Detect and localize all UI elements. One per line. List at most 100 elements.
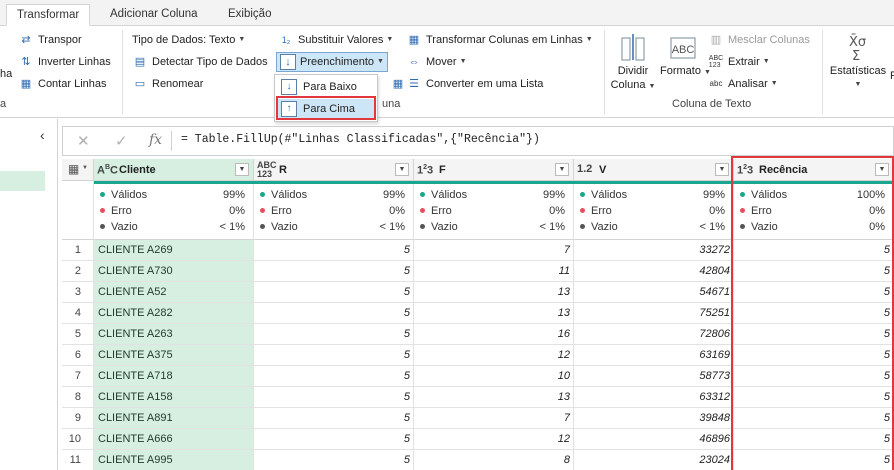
table-cell[interactable]: 7 (414, 240, 574, 261)
formula-input[interactable]: = Table.FillUp(#"Linhas Classificadas",{… (181, 133, 540, 146)
table-cell[interactable]: 72806 (574, 324, 734, 345)
table-cell[interactable]: 5 (254, 366, 414, 387)
extrair-dropdown[interactable]: ABC 123 Extrair ▼ (708, 52, 770, 72)
column-header-3[interactable]: 1.2 V ▼ (574, 159, 734, 181)
selected-query[interactable] (0, 171, 45, 191)
tipo-dados-dropdown[interactable]: Tipo de Dados: Texto ▼ (132, 30, 245, 50)
table-cell[interactable]: 11 (414, 261, 574, 282)
table-cell[interactable]: 5 (254, 345, 414, 366)
row-index[interactable]: 11 (62, 450, 94, 470)
column-header-2[interactable]: 123 F ▼ (414, 159, 574, 181)
dividir-coluna-button[interactable]: Dividir Coluna ▼ (610, 32, 656, 94)
row-index[interactable]: 5 (62, 324, 94, 345)
function-icon[interactable]: fx (149, 132, 162, 148)
table-cell[interactable]: CLIENTE A263 (94, 324, 254, 345)
table-cell[interactable]: CLIENTE A730 (94, 261, 254, 282)
table-cell[interactable]: 5 (254, 261, 414, 282)
table-cell[interactable]: 5 (254, 303, 414, 324)
table-cell[interactable]: 10 (414, 366, 574, 387)
tab-transformar[interactable]: Transformar (6, 4, 91, 26)
row-index[interactable]: 10 (62, 429, 94, 450)
table-cell[interactable]: 63312 (574, 387, 734, 408)
row-index[interactable]: 3 (62, 282, 94, 303)
table-cell[interactable]: CLIENTE A375 (94, 345, 254, 366)
row-index[interactable]: 9 (62, 408, 94, 429)
mover-dropdown[interactable]: ⇔ Mover ▼ (406, 52, 467, 72)
row-index[interactable]: 6 (62, 345, 94, 366)
table-cell[interactable]: 7 (414, 408, 574, 429)
table-cell[interactable]: 5 (254, 429, 414, 450)
mesclar-colunas-button[interactable]: ▥ Mesclar Colunas (708, 30, 810, 50)
analisar-dropdown[interactable]: abc Analisar ▼ (708, 74, 778, 94)
table-cell[interactable]: 58773 (574, 366, 734, 387)
format-icon: ABC (670, 37, 696, 59)
table-cell[interactable]: 5 (254, 450, 414, 470)
column-type-icon[interactable]: 123 (417, 163, 437, 176)
caret-down-icon: ▼ (648, 83, 656, 90)
table-cell[interactable]: 42804 (574, 261, 734, 282)
table-cell[interactable]: 8 (414, 450, 574, 470)
table-cell[interactable]: 12 (414, 345, 574, 366)
converter-lista-button[interactable]: ☰ Converter em uma Lista (406, 74, 543, 94)
table-cell[interactable]: 5 (254, 282, 414, 303)
column-type-icon[interactable]: ABC (97, 163, 118, 176)
table-cell[interactable]: CLIENTE A718 (94, 366, 254, 387)
table-cell[interactable]: 13 (414, 303, 574, 324)
contar-linhas-button[interactable]: ▦ Contar Linhas (18, 74, 107, 94)
table-cell[interactable]: 13 (414, 282, 574, 303)
table-cell[interactable]: CLIENTE A158 (94, 387, 254, 408)
column-filter-dropdown-icon[interactable]: ▼ (555, 163, 569, 176)
tab-adicionar-coluna[interactable]: Adicionar Coluna (100, 4, 208, 26)
caret-down-icon: ▼ (238, 36, 246, 43)
table-cell[interactable]: 54671 (574, 282, 734, 303)
confirm-icon[interactable]: ✓ (115, 132, 128, 150)
quality-value-valid: 99% (222, 189, 245, 201)
table-cell[interactable]: 5 (254, 240, 414, 261)
table-cell[interactable]: 12 (414, 429, 574, 450)
transpor-button[interactable]: ⇄ Transpor (18, 30, 81, 50)
row-index[interactable]: 7 (62, 366, 94, 387)
para-baixo-item[interactable]: ↓ Para Baixo (277, 77, 375, 97)
column-header-1[interactable]: ABC 123 R ▼ (254, 159, 414, 181)
substituir-valores-dropdown[interactable]: 1₂ Substituir Valores ▼ (278, 30, 394, 50)
chevron-left-icon[interactable]: ‹ (40, 127, 45, 143)
table-cell[interactable]: CLIENTE A666 (94, 429, 254, 450)
detectar-tipo-button[interactable]: ▤ Detectar Tipo de Dados (132, 52, 268, 72)
inverter-linhas-button[interactable]: ⇅ Inverter Linhas (18, 52, 110, 72)
cancel-icon[interactable]: ✕ (77, 132, 90, 150)
formato-button[interactable]: ABC Formato ▼ (660, 32, 711, 80)
table-cell[interactable]: 13 (414, 387, 574, 408)
row-index[interactable]: 4 (62, 303, 94, 324)
quality-dot-icon (580, 191, 585, 197)
estatisticas-button[interactable]: X̄σ Σ Estatísticas ▼ (828, 32, 888, 92)
column-filter-dropdown-icon[interactable]: ▼ (395, 163, 409, 176)
column-header-0[interactable]: ABC Cliente ▼ (94, 159, 254, 181)
row-index[interactable]: 2 (62, 261, 94, 282)
table-cell[interactable]: CLIENTE A52 (94, 282, 254, 303)
table-cell[interactable]: 5 (254, 387, 414, 408)
table-cell[interactable]: 5 (254, 324, 414, 345)
table-cell[interactable]: CLIENTE A891 (94, 408, 254, 429)
row-index[interactable]: 1 (62, 240, 94, 261)
table-cell[interactable]: CLIENTE A995 (94, 450, 254, 470)
table-cell[interactable]: 5 (254, 408, 414, 429)
table-cell[interactable]: CLIENTE A269 (94, 240, 254, 261)
table-cell[interactable]: 33272 (574, 240, 734, 261)
table-cell[interactable]: 39848 (574, 408, 734, 429)
table-cell[interactable]: 16 (414, 324, 574, 345)
column-filter-dropdown-icon[interactable]: ▼ (715, 163, 729, 176)
renomear-button[interactable]: ▭ Renomear (132, 74, 204, 94)
table-cell[interactable]: 46896 (574, 429, 734, 450)
transformar-colunas-dropdown[interactable]: ▦ Transformar Colunas em Linhas ▼ (406, 30, 593, 50)
table-cell[interactable]: 63169 (574, 345, 734, 366)
table-cell[interactable]: 75251 (574, 303, 734, 324)
table-menu-corner[interactable]: ▦ ▼ (62, 159, 94, 181)
column-type-icon[interactable]: 1.2 (577, 164, 597, 175)
column-type-icon[interactable]: ABC 123 (257, 160, 277, 179)
tab-exibicao[interactable]: Exibição (218, 4, 281, 26)
column-filter-dropdown-icon[interactable]: ▼ (235, 163, 249, 176)
table-cell[interactable]: CLIENTE A282 (94, 303, 254, 324)
table-cell[interactable]: 23024 (574, 450, 734, 470)
preenchimento-dropdown[interactable]: ↓ Preenchimento ▼ (280, 52, 384, 72)
row-index[interactable]: 8 (62, 387, 94, 408)
